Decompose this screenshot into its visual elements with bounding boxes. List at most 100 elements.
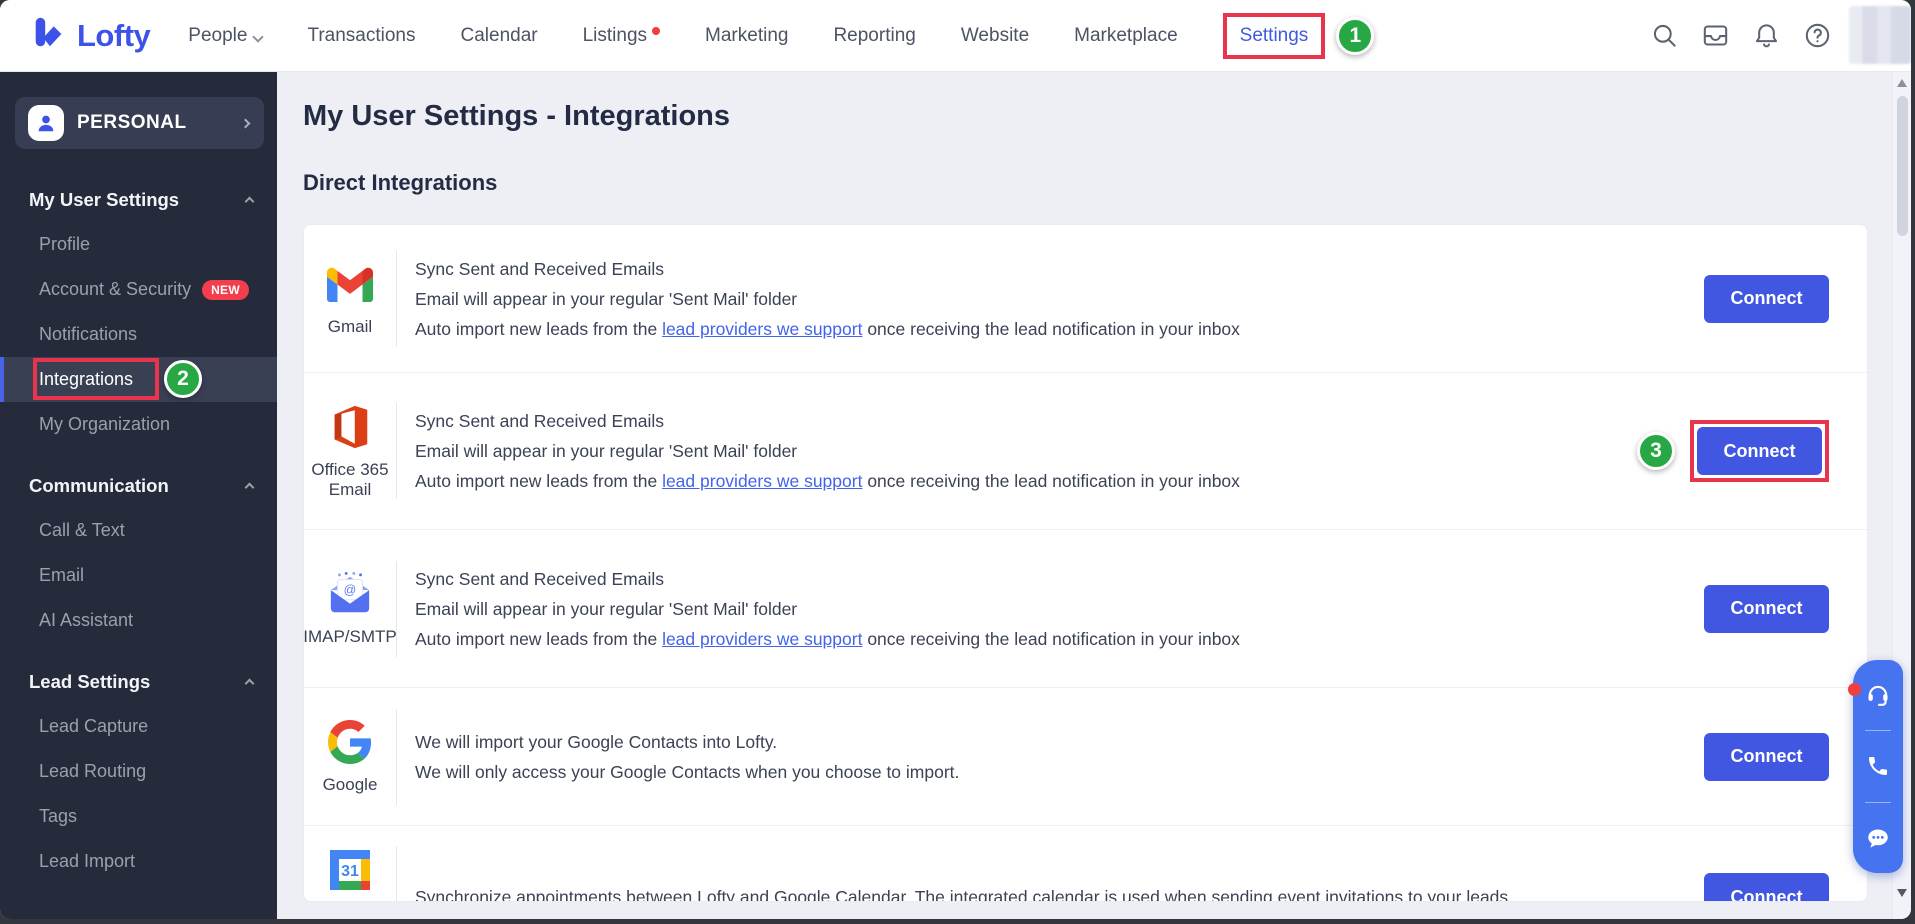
imap-smtp-icon: @: [326, 570, 374, 618]
person-icon: [28, 105, 64, 141]
support-dock: [1853, 660, 1903, 873]
integration-desc-line: Synchronize appointments between Lofty a…: [415, 882, 1704, 902]
notification-dot: [1848, 683, 1861, 696]
sidebar-section-communication[interactable]: Communication: [0, 463, 277, 508]
integration-name: Office 365 Email: [304, 460, 396, 500]
nav-item-settings[interactable]: Settings: [1223, 13, 1326, 59]
top-nav: Lofty People Transactions Calendar Listi…: [0, 0, 1911, 72]
brand-name: Lofty: [77, 18, 150, 54]
integration-desc-line: Email will appear in your regular 'Sent …: [415, 284, 1704, 314]
connect-google-calendar-button[interactable]: Connect: [1704, 873, 1829, 902]
connect-imap-button[interactable]: Connect: [1704, 585, 1829, 633]
sidebar-item-ai-assistant[interactable]: AI Assistant: [0, 598, 277, 643]
integration-row-office365: Office 365 Email Sync Sent and Received …: [304, 373, 1867, 530]
lofty-logo-icon: [30, 13, 68, 58]
sidebar-item-lead-import[interactable]: Lead Import: [0, 839, 277, 884]
office365-icon: [326, 403, 374, 451]
lead-providers-link[interactable]: lead providers we support: [662, 319, 862, 339]
avatar[interactable]: [1849, 6, 1911, 64]
sidebar-item-email[interactable]: Email: [0, 553, 277, 598]
annotation-box-connect: 3 Connect: [1690, 420, 1829, 482]
integration-desc-line: We will import your Google Contacts into…: [415, 727, 1704, 757]
integration-row-gmail: Gmail Sync Sent and Received Emails Emai…: [304, 225, 1867, 373]
nav-item-reporting[interactable]: Reporting: [833, 25, 915, 47]
phone-icon[interactable]: [1853, 734, 1903, 798]
integration-desc-line: Sync Sent and Received Emails: [415, 406, 1690, 436]
account-switcher[interactable]: PERSONAL: [15, 97, 264, 149]
svg-text:@: @: [344, 583, 357, 597]
sidebar-item-account-security[interactable]: Account & Security NEW: [0, 267, 277, 312]
main-content: My User Settings - Integrations Direct I…: [277, 100, 1911, 902]
integration-row-google-calendar: 31 Synchronize appointments between Loft…: [304, 826, 1867, 902]
sidebar-item-profile[interactable]: Profile: [0, 222, 277, 267]
sidebar-item-my-organization[interactable]: My Organization: [0, 402, 277, 447]
nav-item-marketplace[interactable]: Marketplace: [1074, 25, 1178, 47]
integration-row-google: Google We will import your Google Contac…: [304, 688, 1867, 826]
app-window: Lofty People Transactions Calendar Listi…: [0, 0, 1911, 919]
new-badge: NEW: [202, 280, 249, 300]
account-label: PERSONAL: [77, 112, 187, 134]
chevron-up-icon: [245, 679, 255, 689]
sidebar-item-tags[interactable]: Tags: [0, 794, 277, 839]
sidebar-item-notifications[interactable]: Notifications: [0, 312, 277, 357]
sidebar-item-call-text[interactable]: Call & Text: [0, 508, 277, 553]
sidebar: PERSONAL My User Settings Profile Accoun…: [0, 72, 277, 919]
annotation-badge-1: 1: [1336, 17, 1374, 55]
annotation-badge-3: 3: [1637, 432, 1675, 470]
integration-desc-line: Sync Sent and Received Emails: [415, 254, 1704, 284]
integration-desc-line: Auto import new leads from the lead prov…: [415, 624, 1704, 654]
divider: [1865, 802, 1891, 803]
bell-icon[interactable]: [1753, 22, 1780, 49]
chevron-right-icon: [241, 118, 251, 128]
lead-providers-link[interactable]: lead providers we support: [662, 629, 862, 649]
scroll-up-arrow-icon[interactable]: [1897, 79, 1907, 87]
sidebar-section-my-user-settings[interactable]: My User Settings: [0, 177, 277, 222]
sidebar-item-lead-capture[interactable]: Lead Capture: [0, 704, 277, 749]
notification-dot: [652, 27, 660, 35]
sidebar-section-lead-settings[interactable]: Lead Settings: [0, 659, 277, 704]
integration-row-imap-smtp: @ IMAP/SMTP Sync Sent and Received Email…: [304, 530, 1867, 688]
integration-name: Google: [323, 775, 378, 795]
sidebar-item-lead-routing[interactable]: Lead Routing: [0, 749, 277, 794]
lofty-brand[interactable]: Lofty: [30, 13, 150, 58]
integration-name: Gmail: [328, 317, 372, 337]
settings-annotation-group: Settings 1: [1223, 13, 1375, 59]
chevron-up-icon: [245, 483, 255, 493]
nav-item-transactions[interactable]: Transactions: [307, 25, 415, 47]
help-icon[interactable]: [1804, 22, 1831, 49]
integration-desc-line: Sync Sent and Received Emails: [415, 564, 1704, 594]
nav-item-people[interactable]: People: [188, 25, 262, 47]
main-nav-menu: People Transactions Calendar Listings Ma…: [188, 13, 1374, 59]
support-headset-icon[interactable]: [1853, 662, 1903, 726]
connect-gmail-button[interactable]: Connect: [1704, 275, 1829, 323]
integration-desc-line: Auto import new leads from the lead prov…: [415, 466, 1690, 496]
divider: [1865, 730, 1891, 731]
section-heading: Direct Integrations: [303, 170, 1911, 196]
nav-item-website[interactable]: Website: [961, 25, 1029, 47]
chevron-up-icon: [245, 197, 255, 207]
svg-text:31: 31: [341, 863, 359, 880]
gmail-icon: [326, 260, 374, 308]
nav-item-calendar[interactable]: Calendar: [461, 25, 538, 47]
integration-desc-line: Email will appear in your regular 'Sent …: [415, 594, 1704, 624]
integration-name: IMAP/SMTP: [303, 627, 397, 647]
integration-desc-line: Auto import new leads from the lead prov…: [415, 314, 1704, 344]
search-icon[interactable]: [1651, 22, 1678, 49]
scroll-down-arrow-icon[interactable]: [1897, 889, 1907, 897]
page-title: My User Settings - Integrations: [303, 100, 1911, 133]
nav-icon-group: [1651, 22, 1831, 49]
chat-icon[interactable]: [1853, 807, 1903, 871]
connect-office365-button[interactable]: Connect: [1697, 427, 1822, 475]
integrations-panel: Gmail Sync Sent and Received Emails Emai…: [303, 224, 1868, 902]
connect-google-button[interactable]: Connect: [1704, 733, 1829, 781]
inbox-icon[interactable]: [1702, 22, 1729, 49]
nav-item-marketing[interactable]: Marketing: [705, 25, 788, 47]
chevron-down-icon: [253, 31, 264, 42]
sidebar-item-integrations[interactable]: Integrations 2: [0, 357, 277, 402]
annotation-badge-2: 2: [164, 360, 202, 398]
google-icon: [326, 718, 374, 766]
lead-providers-link[interactable]: lead providers we support: [662, 471, 862, 491]
scrollbar-thumb[interactable]: [1897, 96, 1908, 236]
nav-item-listings[interactable]: Listings: [583, 25, 660, 47]
integration-desc-line: Email will appear in your regular 'Sent …: [415, 436, 1690, 466]
